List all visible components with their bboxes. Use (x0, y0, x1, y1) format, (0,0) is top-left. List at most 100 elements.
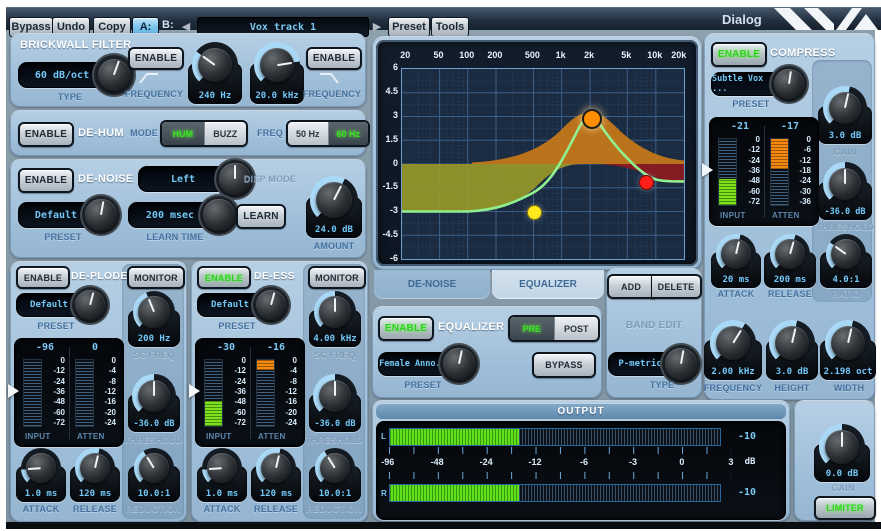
wave-arts-logo (774, 8, 880, 30)
scale-tick: -30 (799, 188, 811, 196)
disp-mode-combo[interactable]: Left (138, 166, 238, 192)
freq-50hz-option[interactable]: 50 Hz (288, 122, 328, 145)
limiter-button[interactable]: LIMITER (814, 496, 876, 520)
deess-atten-bar (256, 359, 275, 427)
compress-preset-knob[interactable] (769, 64, 809, 104)
dehum-enable-button[interactable]: ENABLE (18, 122, 74, 147)
deplode-title: DE-PLODE (71, 270, 128, 282)
highpass-enable-button[interactable]: ENABLE (128, 47, 184, 70)
deess-preset-combo[interactable]: Default (197, 293, 273, 317)
compress-gain-value: 3.0 dB (821, 129, 869, 142)
filter-type-combo[interactable]: 60 dB/oct (18, 62, 116, 88)
plugin-window: Bypass Undo Copy A: B: ◀ Vox track 1 ▶ P… (0, 0, 881, 531)
band-type-combo[interactable]: P-metric (608, 352, 682, 376)
eq-bypass-button[interactable]: BYPASS (532, 352, 596, 378)
post-option[interactable]: POST (554, 317, 599, 340)
learn-button[interactable]: LEARN (236, 204, 286, 229)
deplode-attack-value: 1.0 ms (19, 487, 63, 500)
denoise-preset-label: PRESET (28, 232, 98, 242)
deess-preset-label: PRESET (205, 321, 269, 331)
tab-de-noise[interactable]: DE-NOISE (374, 270, 490, 299)
learn-time-combo[interactable]: 200 msec (128, 202, 222, 228)
eq-preset-knob[interactable] (438, 343, 480, 385)
deplode-enable-button[interactable]: ENABLE (16, 266, 70, 289)
mode-buzz-option[interactable]: BUZZ (204, 122, 247, 145)
compress-release-knob[interactable]: 200 ms (764, 234, 816, 288)
denoise-preset-combo[interactable]: Default (18, 202, 104, 228)
disp-mode-label: DISP MODE (240, 174, 300, 184)
mode-hum-option[interactable]: HUM (162, 122, 204, 145)
deplode-threshold-knob[interactable]: -36.0 dB (128, 374, 180, 432)
deplode-monitor-button[interactable]: MONITOR (127, 266, 185, 289)
output-gain-label: GAIN (818, 483, 868, 493)
compress-threshold-pointer[interactable] (702, 163, 713, 177)
pre-option[interactable]: PRE (510, 317, 554, 340)
deess-attack-knob[interactable]: 1.0 ms (197, 448, 247, 502)
deess-enable-button[interactable]: ENABLE (197, 266, 251, 289)
deess-preset-knob[interactable] (251, 285, 291, 325)
band-handle-high-shelf[interactable] (639, 175, 654, 190)
band-delete-button[interactable]: DELETE (651, 274, 702, 299)
equalizer-enable-button[interactable]: ENABLE (378, 316, 434, 341)
denoise-preset-knob[interactable] (80, 194, 122, 236)
deess-scfreq-knob[interactable]: 4.00 kHz (309, 291, 361, 347)
compress-preset-combo[interactable]: Subtle Vox ... (711, 72, 791, 96)
lowpass-frequency-knob[interactable]: 20.0 kHz (250, 42, 304, 104)
band-type-knob[interactable] (660, 343, 702, 385)
compress-input-peak: -21 (720, 121, 760, 132)
learn-time-knob[interactable] (198, 194, 240, 236)
compress-enable-button[interactable]: ENABLE (711, 42, 767, 67)
band-add-button[interactable]: ADD (607, 274, 655, 299)
preset-menu-button[interactable]: Preset (388, 17, 430, 37)
scale-tick: -20 (285, 409, 297, 417)
band-width-knob[interactable]: 2.198 oct (820, 320, 876, 380)
deplode-preset-combo[interactable]: Default (16, 293, 92, 317)
lowpass-frequency-label: FREQUENCY (299, 89, 365, 99)
scale-tick: -24 (480, 457, 493, 467)
deplode-reduction-knob[interactable]: 10.0:1 (128, 448, 180, 502)
band-handle-peak-selected[interactable] (582, 109, 602, 129)
band-handle-low-shelf[interactable] (527, 205, 542, 220)
denoise-amount-knob[interactable]: 24.0 dB (306, 176, 362, 238)
deplode-threshold-pointer[interactable] (8, 384, 19, 398)
deplode-attack-knob[interactable]: 1.0 ms (16, 448, 66, 502)
compress-threshold-knob[interactable]: -36.0 dB (818, 162, 872, 220)
lowpass-enable-button[interactable]: ENABLE (306, 47, 362, 70)
compress-meter: -21 -17 0-12-24-36-48-60-72 0-6-12-18-24… (709, 117, 819, 226)
compress-gain-knob[interactable]: 3.0 dB (818, 86, 872, 144)
compress-attack-value: 20 ms (714, 273, 758, 286)
output-right-peak: -10 (729, 487, 765, 498)
deess-title: DE-ESS (254, 270, 295, 282)
deess-reduction-knob[interactable]: 10.0:1 (309, 448, 361, 502)
deess-scfreq-label: SC FREQ (307, 350, 363, 360)
band-height-knob[interactable]: 3.0 dB (766, 320, 818, 380)
compress-atten-scale: 0-6-12-18-24-30-36 (791, 136, 811, 206)
deess-threshold-pointer[interactable] (189, 384, 200, 398)
deplode-attack-label: ATTACK (15, 504, 67, 514)
next-preset-button[interactable]: ▶ (369, 17, 385, 35)
compress-atten-bar (770, 138, 789, 206)
eq-preset-label: PRESET (388, 380, 458, 390)
compress-attack-knob[interactable]: 20 ms (711, 234, 761, 288)
x-tick: 2k (584, 50, 594, 60)
deess-release-knob[interactable]: 120 ms (251, 448, 301, 502)
scale-tick: -6 (580, 457, 588, 467)
deplode-release-knob[interactable]: 120 ms (70, 448, 120, 502)
scale-tick: -24 (234, 378, 246, 386)
tab-equalizer[interactable]: EQUALIZER (492, 270, 604, 299)
denoise-enable-button[interactable]: ENABLE (18, 168, 74, 193)
eq-preset-combo[interactable]: Female Anno... (378, 352, 462, 376)
deplode-scfreq-knob[interactable]: 200 Hz (128, 291, 180, 347)
compress-ratio-knob[interactable]: 4.0:1 (820, 234, 872, 288)
highpass-frequency-knob[interactable]: 240 Hz (188, 42, 242, 104)
deplode-preset-knob[interactable] (70, 285, 110, 325)
freq-60hz-option[interactable]: 60 Hz (328, 122, 369, 145)
tools-menu-button[interactable]: Tools (431, 17, 469, 37)
deess-threshold-knob[interactable]: -36.0 dB (309, 374, 361, 432)
output-gain-knob[interactable]: 0.0 dB (814, 424, 870, 482)
x-tick: 200 (487, 50, 502, 60)
deess-monitor-button[interactable]: MONITOR (308, 266, 366, 289)
deess-threshold-label: THRESHOLD (301, 435, 367, 445)
band-frequency-knob[interactable]: 2.00 kHz (704, 320, 762, 380)
ab-b-label[interactable]: B: (162, 19, 174, 31)
